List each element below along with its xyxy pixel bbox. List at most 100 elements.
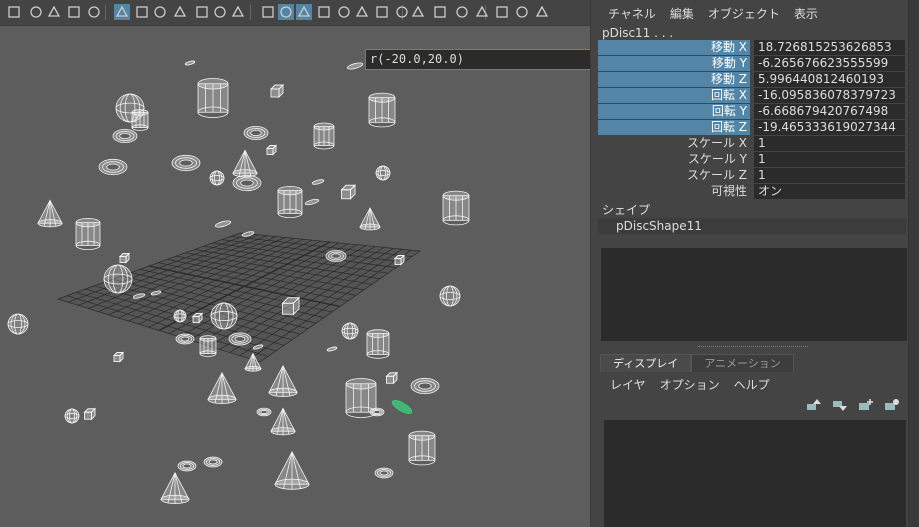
wireframe-disc <box>304 198 320 206</box>
wireframe-torus <box>175 333 195 345</box>
attribute-row[interactable]: 可視性 オン <box>598 184 908 200</box>
move-icon[interactable] <box>66 4 82 20</box>
new-layer-icon[interactable] <box>858 398 874 412</box>
shape-node-name[interactable]: pDiscShape11 <box>598 218 906 234</box>
node-name[interactable]: pDisc11 . . . <box>598 26 908 40</box>
attribute-value-field[interactable]: -19.465333619027344 <box>754 120 905 135</box>
resolution-gate-icon[interactable] <box>134 4 150 20</box>
motion-blur-icon[interactable] <box>394 4 410 20</box>
wireframe-torus <box>369 407 385 417</box>
wireframe-cylinder <box>368 92 396 128</box>
attribute-value-field[interactable]: -6.265676623555599 <box>754 56 905 71</box>
layer-list[interactable] <box>604 420 906 527</box>
texture-icon[interactable] <box>316 4 332 20</box>
attribute-value-field[interactable]: 1 <box>754 136 905 151</box>
wireframe-sphere <box>210 302 238 330</box>
lights-icon[interactable] <box>336 4 352 20</box>
tab-display[interactable]: ディスプレイ <box>600 354 692 372</box>
wireframe-cone <box>37 199 63 228</box>
menu-show[interactable]: 表示 <box>794 5 818 22</box>
viewport-3d-scene[interactable] <box>0 26 590 527</box>
wireframe-cone <box>270 407 296 436</box>
attribute-row[interactable]: 回転 Z -19.465333619027344 <box>598 120 908 136</box>
attribute-value-field[interactable]: -16.095836078379723 <box>754 88 905 103</box>
viewport-toolbar <box>0 0 590 26</box>
bookmark-icon[interactable] <box>28 4 44 20</box>
maya-window: r(-20.0,20.0) チャネル 編集 オブジェクト 表示 pDisc11 … <box>0 0 919 527</box>
attribute-row[interactable]: 回転 Y -6.668679420767498 <box>598 104 908 120</box>
attribute-row[interactable]: スケール Z 1 <box>598 168 908 184</box>
wireframe-icon[interactable] <box>260 4 276 20</box>
new-layer-selected-icon[interactable] <box>884 398 900 412</box>
layer-editor-icons <box>806 398 900 412</box>
xray-active-icon[interactable] <box>514 4 530 20</box>
xray-icon[interactable] <box>474 4 490 20</box>
menu-object[interactable]: オブジェクト <box>708 5 780 22</box>
right-edge-tab-strip[interactable] <box>908 0 919 527</box>
panel-splitter[interactable] <box>590 0 598 527</box>
shadows-icon[interactable] <box>354 4 370 20</box>
gate-mask-icon[interactable] <box>152 4 168 20</box>
panel-resize-handle[interactable] <box>698 346 808 348</box>
wireframe-disc <box>214 220 232 228</box>
camera-icon[interactable] <box>6 4 22 20</box>
wireframe-sphere <box>209 170 225 186</box>
isolate-icon[interactable] <box>454 4 470 20</box>
shaded-icon[interactable] <box>278 4 294 20</box>
menu-layers[interactable]: レイヤ <box>610 376 646 393</box>
attribute-label[interactable]: 移動 Y <box>598 56 750 71</box>
wireframe-torus <box>325 250 347 262</box>
film-icon[interactable] <box>46 4 62 20</box>
menu-options[interactable]: オプション <box>660 376 720 393</box>
attribute-row[interactable]: 回転 X -16.095836078379723 <box>598 88 908 104</box>
attribute-row[interactable]: 移動 Z 5.996440812460193 <box>598 72 908 88</box>
screen-ao-icon[interactable] <box>374 4 390 20</box>
backface-icon[interactable] <box>534 4 550 20</box>
field-chart-icon[interactable] <box>172 4 188 20</box>
attribute-row[interactable]: スケール X 1 <box>598 136 908 152</box>
menu-edit[interactable]: 編集 <box>670 5 694 22</box>
depth-of-field-icon[interactable] <box>432 4 448 20</box>
attribute-row[interactable]: スケール Y 1 <box>598 152 908 168</box>
xray-joints-icon[interactable] <box>494 4 510 20</box>
attribute-label[interactable]: 回転 Y <box>598 104 750 119</box>
attribute-value-field[interactable]: 1 <box>754 152 905 167</box>
attribute-row[interactable]: 移動 Y -6.265676623555599 <box>598 56 908 72</box>
wireframe-cube <box>385 371 399 385</box>
wireframe-cube <box>340 184 357 200</box>
attribute-label[interactable]: 回転 Z <box>598 120 750 135</box>
attribute-label[interactable]: スケール Y <box>598 152 750 167</box>
tab-animation[interactable]: アニメーション <box>691 354 794 372</box>
wireframe-on-shaded-icon[interactable] <box>296 4 312 20</box>
attribute-label[interactable]: 回転 X <box>598 88 750 103</box>
attribute-value-field[interactable]: -6.668679420767498 <box>754 104 905 119</box>
viewport-panel[interactable] <box>0 0 590 527</box>
attribute-label[interactable]: スケール Z <box>598 168 750 183</box>
attribute-value-field[interactable]: オン <box>754 184 905 199</box>
attribute-value-field[interactable]: 1 <box>754 168 905 183</box>
attribute-row[interactable]: 移動 X 18.726815253626853 <box>598 40 908 56</box>
wireframe-cone <box>160 471 190 504</box>
move-layer-up-icon[interactable] <box>806 398 822 412</box>
brush-icon[interactable] <box>86 4 102 20</box>
attribute-label[interactable]: 移動 Z <box>598 72 750 87</box>
safe-area-icon[interactable] <box>194 4 210 20</box>
attribute-value-field[interactable]: 18.726815253626853 <box>754 40 905 55</box>
scene-canvas[interactable] <box>0 26 590 527</box>
grid-icon[interactable] <box>114 4 130 20</box>
menu-help[interactable]: ヘルプ <box>734 376 770 393</box>
attribute-value-field[interactable]: 5.996440812460193 <box>754 72 905 87</box>
wireframe-cube <box>281 296 301 316</box>
film-gate-icon[interactable] <box>212 4 228 20</box>
menu-channels[interactable]: チャネル <box>608 5 656 22</box>
anti-alias-icon[interactable] <box>410 4 426 20</box>
move-layer-down-icon[interactable] <box>832 398 848 412</box>
wireframe-sphere <box>103 264 133 294</box>
attribute-label[interactable]: 可視性 <box>598 184 750 199</box>
text-icon[interactable] <box>230 4 246 20</box>
wireframe-sphere <box>173 309 187 323</box>
wireframe-torus <box>171 154 201 172</box>
attribute-label[interactable]: スケール X <box>598 136 750 151</box>
wireframe-cone <box>207 371 237 404</box>
attribute-label[interactable]: 移動 X <box>598 40 750 55</box>
